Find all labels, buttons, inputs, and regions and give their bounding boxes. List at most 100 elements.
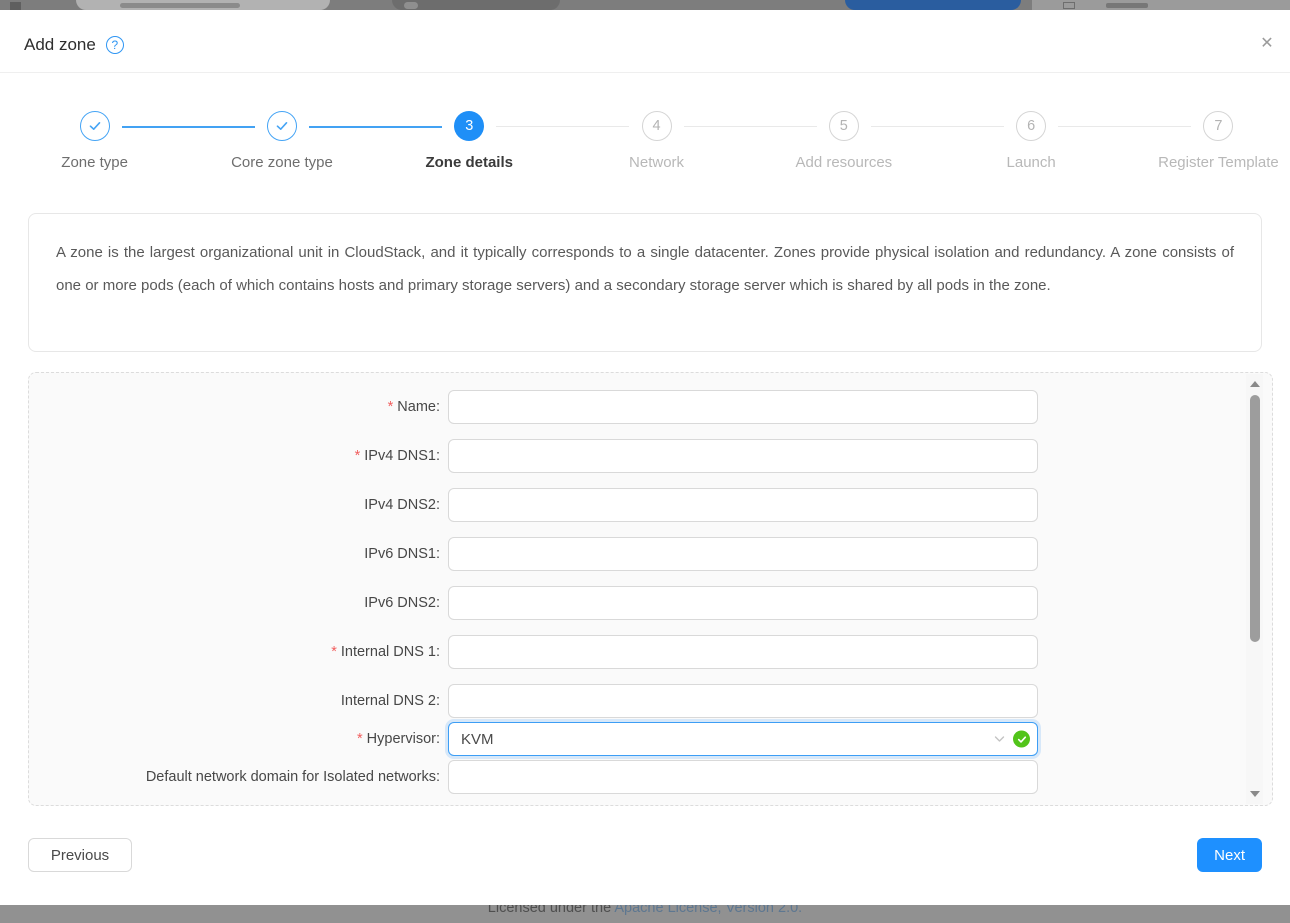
form-row-internal-dns-2: Internal DNS 2: xyxy=(29,684,1272,718)
step-check-icon[interactable] xyxy=(80,111,110,141)
step-label: Add resources xyxy=(750,154,937,171)
field-control xyxy=(448,537,1038,571)
field-label: Internal DNS 2: xyxy=(29,693,448,709)
zone-description-box: A zone is the largest organizational uni… xyxy=(28,213,1262,352)
license-link: Apache License, Version 2.0. xyxy=(614,905,802,916)
select-value: KVM xyxy=(461,731,494,748)
scrollbar-down-arrow-icon[interactable] xyxy=(1246,786,1263,802)
field-label: IPv6 DNS1: xyxy=(29,546,448,562)
field-control xyxy=(448,488,1038,522)
field-control xyxy=(448,760,1038,794)
step-zone-type: Zone type xyxy=(1,100,188,195)
form-row-ipv6-dns1: IPv6 DNS1: xyxy=(29,537,1272,571)
step-number[interactable]: 4 xyxy=(642,111,672,141)
step-label: Network xyxy=(563,154,750,171)
input-name[interactable] xyxy=(448,390,1038,424)
input-default-network-domain-for-isolated-networks[interactable] xyxy=(448,760,1038,794)
help-icon[interactable]: ? xyxy=(106,36,124,54)
field-label: *IPv4 DNS1: xyxy=(29,448,448,464)
scrollbar-thumb[interactable] xyxy=(1250,395,1260,642)
field-label: IPv4 DNS2: xyxy=(29,497,448,513)
form-row-name: *Name: xyxy=(29,390,1272,424)
next-button[interactable]: Next xyxy=(1197,838,1262,872)
form-row-hypervisor: *Hypervisor: KVM xyxy=(29,722,1272,756)
previous-button[interactable]: Previous xyxy=(28,838,132,872)
field-control xyxy=(448,439,1038,473)
required-asterisk: * xyxy=(357,731,363,747)
background-search-text xyxy=(120,3,240,8)
form-rows: *Name:*IPv4 DNS1:IPv4 DNS2:IPv6 DNS1:IPv… xyxy=(29,390,1272,794)
header-divider xyxy=(0,72,1290,73)
wizard-steps: Zone typeCore zone type 3 Zone details 4 Net… xyxy=(1,100,1290,195)
step-number[interactable]: 3 xyxy=(454,111,484,141)
background-page-header xyxy=(0,0,1290,10)
background-filter-pill xyxy=(392,0,560,10)
form-row-ipv4-dns2: IPv4 DNS2: xyxy=(29,488,1272,522)
background-refresh-icon xyxy=(1063,2,1075,9)
step-launch: 6 Launch xyxy=(937,100,1124,195)
valid-check-icon xyxy=(1013,731,1030,748)
step-zone-details: 3 Zone details xyxy=(376,100,563,195)
form-scrollbar[interactable] xyxy=(1246,374,1263,804)
field-label-text: Name: xyxy=(397,399,440,415)
modal-title-text: Add zone xyxy=(24,35,96,55)
field-control xyxy=(448,390,1038,424)
add-zone-modal: Add zone ? ✕ Zone typeCore zone type3Zon… xyxy=(0,10,1290,905)
field-label-text: Hypervisor: xyxy=(367,731,440,747)
field-label-text: IPv4 DNS2: xyxy=(364,497,440,513)
modal-title: Add zone ? xyxy=(24,35,124,55)
field-control xyxy=(448,586,1038,620)
background-filter-icon xyxy=(404,2,418,9)
step-network: 4 Network xyxy=(563,100,750,195)
background-toolbar xyxy=(1032,0,1290,10)
required-asterisk: * xyxy=(388,399,394,415)
input-ipv4-dns2[interactable] xyxy=(448,488,1038,522)
step-label: Core zone type xyxy=(188,154,375,171)
field-control xyxy=(448,684,1038,718)
screen: Licensed under the Apache License, Versi… xyxy=(0,0,1290,923)
field-label-text: IPv4 DNS1: xyxy=(364,448,440,464)
field-label-text: Default network domain for Isolated netw… xyxy=(146,769,440,785)
step-number[interactable]: 7 xyxy=(1203,111,1233,141)
scrollbar-up-arrow-icon[interactable] xyxy=(1246,376,1263,392)
background-toolbar-text xyxy=(1106,3,1148,8)
field-label: *Hypervisor: xyxy=(29,731,448,747)
form-row-internal-dns-1: *Internal DNS 1: xyxy=(29,635,1272,669)
input-internal-dns-2[interactable] xyxy=(448,684,1038,718)
background-page-footer: Licensed under the Apache License, Versi… xyxy=(0,905,1290,923)
license-text-plain: Licensed under the xyxy=(488,905,615,916)
menu-icon xyxy=(10,2,21,10)
form-row-ipv6-dns2: IPv6 DNS2: xyxy=(29,586,1272,620)
input-ipv6-dns1[interactable] xyxy=(448,537,1038,571)
required-asterisk: * xyxy=(331,644,337,660)
step-check-icon[interactable] xyxy=(267,111,297,141)
step-label: Zone details xyxy=(376,154,563,171)
field-label: Default network domain for Isolated netw… xyxy=(29,769,448,785)
field-label-text: Internal DNS 2: xyxy=(341,693,440,709)
license-text: Licensed under the Apache License, Versi… xyxy=(0,905,1290,916)
step-label: Zone type xyxy=(1,154,188,171)
chevron-down-icon xyxy=(993,733,1006,746)
required-asterisk: * xyxy=(355,448,361,464)
input-internal-dns-1[interactable] xyxy=(448,635,1038,669)
step-label: Launch xyxy=(937,154,1124,171)
step-register-template: 7 Register Template xyxy=(1125,100,1290,195)
field-control xyxy=(448,635,1038,669)
field-control: KVM xyxy=(448,722,1038,756)
select-hypervisor[interactable]: KVM xyxy=(448,722,1038,756)
zone-details-form: *Name:*IPv4 DNS1:IPv4 DNS2:IPv6 DNS1:IPv… xyxy=(28,372,1273,806)
close-icon[interactable]: ✕ xyxy=(1257,34,1277,54)
background-add-zone-button xyxy=(845,0,1021,10)
field-label-text: Internal DNS 1: xyxy=(341,644,440,660)
step-number[interactable]: 5 xyxy=(829,111,859,141)
step-label: Register Template xyxy=(1125,154,1290,171)
input-ipv4-dns1[interactable] xyxy=(448,439,1038,473)
form-row-ipv4-dns1: *IPv4 DNS1: xyxy=(29,439,1272,473)
zone-description-text: A zone is the largest organizational uni… xyxy=(56,244,1234,294)
step-number[interactable]: 6 xyxy=(1016,111,1046,141)
step-add-resources: 5 Add resources xyxy=(750,100,937,195)
form-row-default-network-domain-for-isolated-networks: Default network domain for Isolated netw… xyxy=(29,760,1272,794)
step-core-zone-type: Core zone type xyxy=(188,100,375,195)
input-ipv6-dns2[interactable] xyxy=(448,586,1038,620)
field-label: *Internal DNS 1: xyxy=(29,644,448,660)
